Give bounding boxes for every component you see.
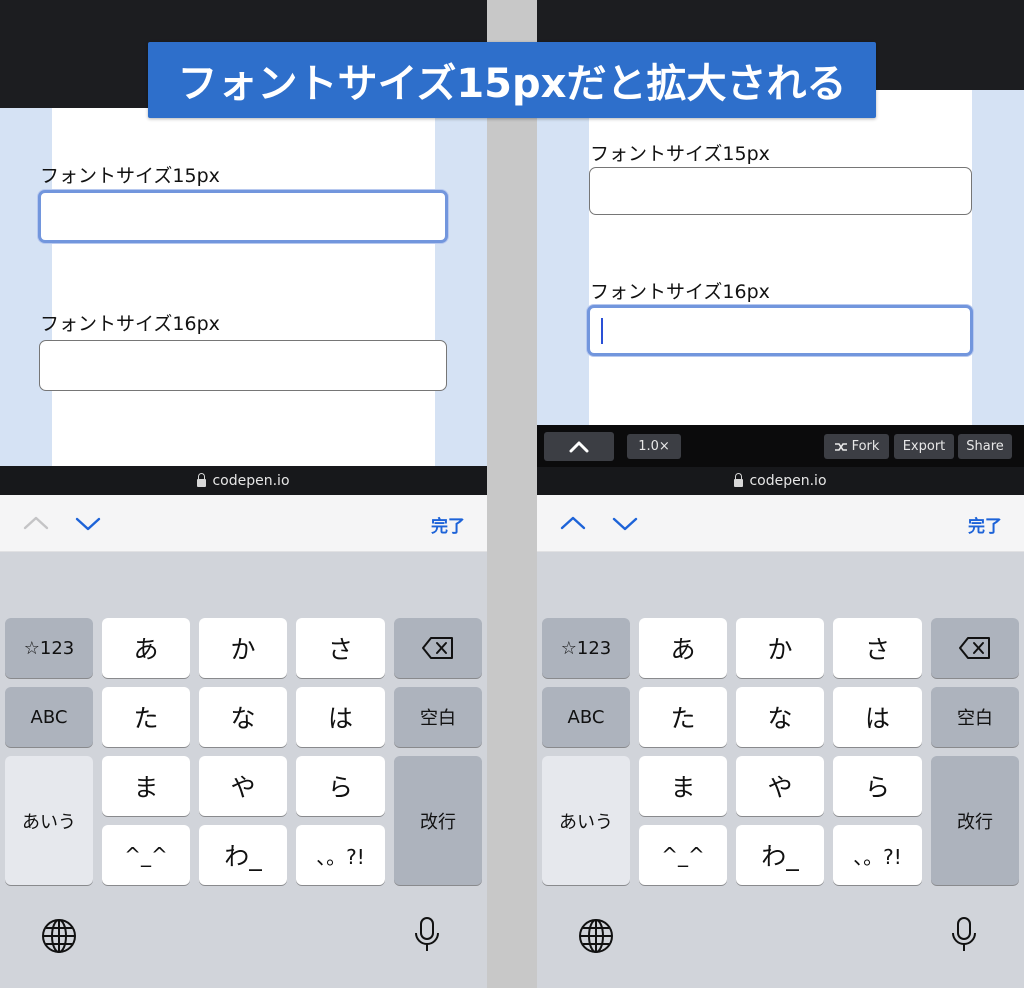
key-ta[interactable]: た — [639, 687, 727, 747]
field16-label: フォントサイズ16px — [40, 313, 220, 335]
fork-button[interactable]: Fork — [824, 434, 889, 459]
backspace-icon — [422, 637, 453, 659]
key-ya[interactable]: や — [736, 756, 824, 816]
keyboard-accessory-bar: 完了 — [537, 495, 1024, 552]
key-ra[interactable]: ら — [833, 756, 922, 816]
page-preview: フォントサイズ15px フォントサイズ16px — [537, 90, 1024, 425]
key-ha[interactable]: は — [833, 687, 922, 747]
field16-label: フォントサイズ16px — [590, 281, 770, 303]
field15-input[interactable] — [38, 190, 448, 243]
key-na[interactable]: な — [199, 687, 287, 747]
key-ta[interactable]: た — [102, 687, 190, 747]
key-a[interactable]: あ — [102, 618, 190, 678]
key-punctuation[interactable]: 、。?! — [833, 825, 922, 885]
microphone-icon[interactable] — [945, 915, 983, 953]
chevron-up-icon[interactable] — [22, 509, 50, 537]
comparison-screenshot: フォントサイズ15px フォントサイズ16px codepen.io 完了 ☆1… — [0, 0, 1024, 988]
left-phone-panel: フォントサイズ15px フォントサイズ16px codepen.io 完了 ☆1… — [0, 0, 487, 988]
field15-input[interactable] — [589, 167, 972, 215]
export-button[interactable]: Export — [894, 434, 954, 459]
aiu-key[interactable]: あいう — [542, 756, 630, 885]
key-punctuation[interactable]: 、。?! — [296, 825, 385, 885]
backspace-key[interactable] — [394, 618, 482, 678]
field16-input[interactable] — [39, 340, 447, 391]
zoom-button[interactable]: 1.0× — [627, 434, 681, 459]
key-ka[interactable]: か — [199, 618, 287, 678]
fork-icon — [834, 442, 847, 451]
space-key[interactable]: 空白 — [931, 687, 1019, 747]
page-preview: フォントサイズ15px フォントサイズ16px — [0, 108, 487, 466]
share-button[interactable]: Share — [958, 434, 1012, 459]
field15-label: フォントサイズ15px — [40, 165, 220, 187]
url-text: codepen.io — [749, 473, 827, 489]
field15-label: フォントサイズ15px — [590, 143, 770, 165]
chevron-up-icon — [569, 441, 589, 452]
key-kaomoji[interactable]: ^_^ — [102, 825, 190, 885]
space-key[interactable]: 空白 — [394, 687, 482, 747]
key-kaomoji[interactable]: ^_^ — [639, 825, 727, 885]
collapse-button[interactable] — [544, 432, 614, 461]
key-wa[interactable]: わ_ — [199, 825, 287, 885]
key-ra[interactable]: ら — [296, 756, 385, 816]
key-ya[interactable]: や — [199, 756, 287, 816]
key-sa[interactable]: さ — [833, 618, 922, 678]
key-a[interactable]: あ — [639, 618, 727, 678]
url-bar[interactable]: codepen.io — [0, 466, 487, 495]
field16-input[interactable] — [587, 305, 973, 356]
done-button[interactable]: 完了 — [968, 512, 1002, 537]
text-caret — [601, 318, 603, 344]
key-na[interactable]: な — [736, 687, 824, 747]
url-text: codepen.io — [212, 472, 290, 489]
abc-key[interactable]: ABC — [542, 687, 630, 747]
symbols-key[interactable]: ☆123 — [5, 618, 93, 678]
title-banner: フォントサイズ15pxだと拡大される — [148, 42, 876, 118]
chevron-down-icon[interactable] — [74, 509, 102, 537]
key-ma[interactable]: ま — [102, 756, 190, 816]
done-button[interactable]: 完了 — [431, 512, 465, 537]
symbols-key[interactable]: ☆123 — [542, 618, 630, 678]
key-sa[interactable]: さ — [296, 618, 385, 678]
enter-key[interactable]: 改行 — [394, 756, 482, 885]
chevron-down-icon[interactable] — [611, 509, 639, 537]
url-bar[interactable]: codepen.io — [537, 467, 1024, 495]
right-phone-panel: フォントサイズ15px フォントサイズ16px 1.0× Fork Export… — [537, 0, 1024, 988]
backspace-icon — [959, 637, 990, 659]
keyboard-accessory-bar: 完了 — [0, 495, 487, 552]
globe-icon[interactable] — [577, 917, 615, 955]
aiu-key[interactable]: あいう — [5, 756, 93, 885]
lock-icon — [197, 472, 207, 487]
backspace-key[interactable] — [931, 618, 1019, 678]
key-ha[interactable]: は — [296, 687, 385, 747]
enter-key[interactable]: 改行 — [931, 756, 1019, 885]
key-wa[interactable]: わ_ — [736, 825, 824, 885]
lock-icon — [734, 473, 744, 487]
abc-key[interactable]: ABC — [5, 687, 93, 747]
chevron-up-icon[interactable] — [559, 509, 587, 537]
microphone-icon[interactable] — [408, 915, 446, 953]
key-ma[interactable]: ま — [639, 756, 727, 816]
globe-icon[interactable] — [40, 917, 78, 955]
key-ka[interactable]: か — [736, 618, 824, 678]
fork-label: Fork — [851, 439, 880, 454]
codepen-toolbar: 1.0× Fork Export Share — [537, 425, 1024, 467]
